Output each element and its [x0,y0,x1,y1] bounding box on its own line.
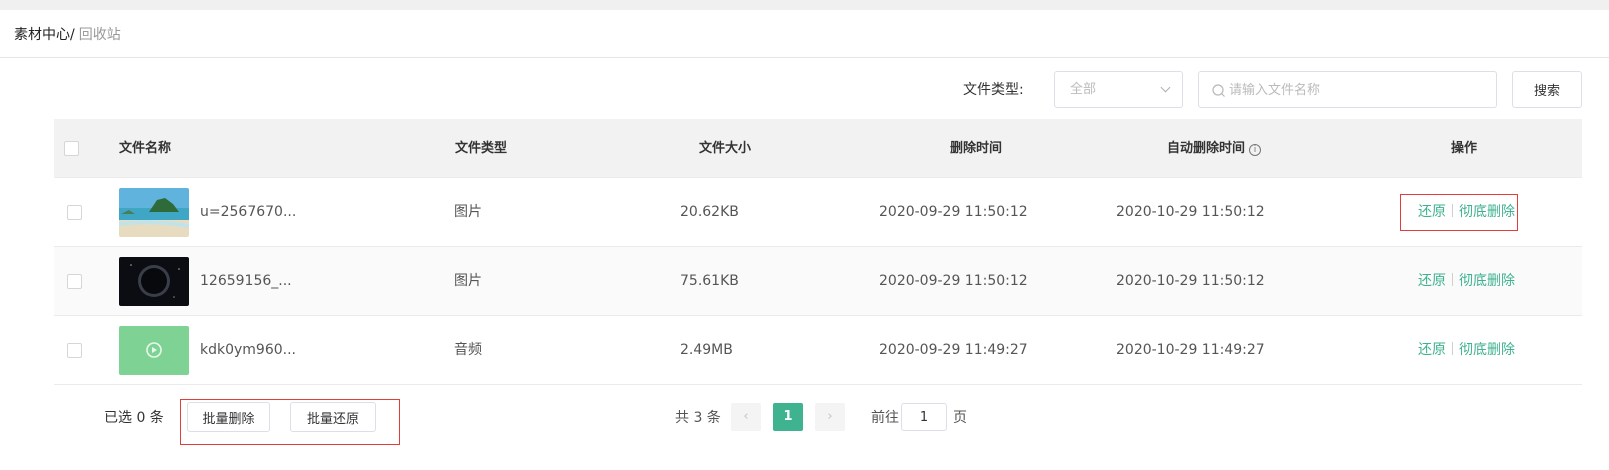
file-type: 音频 [454,342,482,358]
recycle-bin-table: 文件名称 文件类型 文件大小 删除时间 自动删除时间 i 操作 u=2567670… [54,119,1582,385]
permanent-delete-button[interactable]: 彻底删除 [1459,273,1515,289]
file-name: u=2567670... [200,204,297,220]
action-divider [1452,342,1453,355]
highlight-box-actions [1400,194,1518,231]
row-actions: 还原 彻底删除 [1418,340,1515,360]
batch-restore-button[interactable]: 批量还原 [290,402,376,432]
table-row: kdk0ym960... 音频 2.49MB 2020-09-29 11:49:… [54,316,1582,385]
dark-planet-image[interactable] [119,257,189,306]
header-deleted-time: 删除时间 [950,141,1003,156]
batch-delete-button[interactable]: 批量删除 [187,402,270,432]
goto-suffix: 页 [953,410,967,426]
info-icon[interactable]: i [1249,144,1262,156]
file-type: 图片 [454,204,482,220]
header-actions: 操作 [1451,141,1478,156]
action-divider [1452,273,1453,286]
auto-delete-time: 2020-10-29 11:50:12 [1116,273,1265,289]
goto-page-input[interactable] [901,403,947,431]
breadcrumb-root[interactable]: 素材中心 [14,27,70,43]
table-row: u=2567670... 图片 20.62KB 2020-09-29 11:50… [54,178,1582,247]
chevron-down-icon [1160,82,1171,93]
row-checkbox[interactable] [67,343,82,358]
auto-delete-time: 2020-10-29 11:49:27 [1116,342,1265,358]
row-checkbox[interactable] [67,274,82,289]
auto-delete-time: 2020-10-29 11:50:12 [1116,204,1265,220]
beach-island-image[interactable] [119,188,189,237]
file-name: 12659156_... [200,273,292,289]
prev-page-button[interactable]: ‹ [731,403,761,431]
page-1-button[interactable]: 1 [773,403,803,431]
audio-thumbnail[interactable] [119,326,189,375]
search-icon [1212,84,1225,97]
next-page-button[interactable]: › [815,403,845,431]
file-type-select[interactable]: 全部 [1054,71,1183,108]
row-checkbox[interactable] [67,205,82,220]
header-file-name: 文件名称 [119,141,172,156]
restore-button[interactable]: 还原 [1418,273,1446,289]
file-type-label: 文件类型: [963,82,1024,98]
file-size: 20.62KB [680,204,739,220]
top-strip [0,0,1609,10]
file-name: kdk0ym960... [200,342,297,358]
header-auto-delete-time: 自动删除时间 i [1167,119,1262,178]
file-type-select-value: 全部 [1070,82,1097,97]
header-file-type: 文件类型 [455,141,508,156]
restore-button[interactable]: 还原 [1418,342,1446,358]
permanent-delete-button[interactable]: 彻底删除 [1459,342,1515,358]
breadcrumb-current: 回收站 [78,27,121,43]
breadcrumb: 素材中心/回收站 [14,25,121,45]
row-actions: 还原 彻底删除 [1418,271,1515,291]
search-box[interactable] [1198,71,1497,108]
header-file-size: 文件大小 [699,141,752,156]
header-divider [0,57,1609,58]
goto-label: 前往 [871,410,899,426]
deleted-time: 2020-09-29 11:50:12 [879,204,1028,220]
search-input[interactable] [1229,79,1484,101]
select-all-checkbox[interactable] [64,141,79,156]
deleted-time: 2020-09-29 11:50:12 [879,273,1028,289]
file-size: 75.61KB [680,273,739,289]
selected-count: 已选 0 条 [104,410,164,426]
breadcrumb-separator: / [70,27,75,43]
file-size: 2.49MB [680,342,733,358]
file-type: 图片 [454,273,482,289]
deleted-time: 2020-09-29 11:49:27 [879,342,1028,358]
total-count: 共 3 条 [675,410,721,426]
header-auto-delete-time-label: 自动删除时间 [1167,141,1246,156]
table-row: 12659156_... 图片 75.61KB 2020-09-29 11:50… [54,247,1582,316]
table-header: 文件名称 文件类型 文件大小 删除时间 自动删除时间 i 操作 [54,119,1582,178]
search-button[interactable]: 搜索 [1512,71,1582,108]
